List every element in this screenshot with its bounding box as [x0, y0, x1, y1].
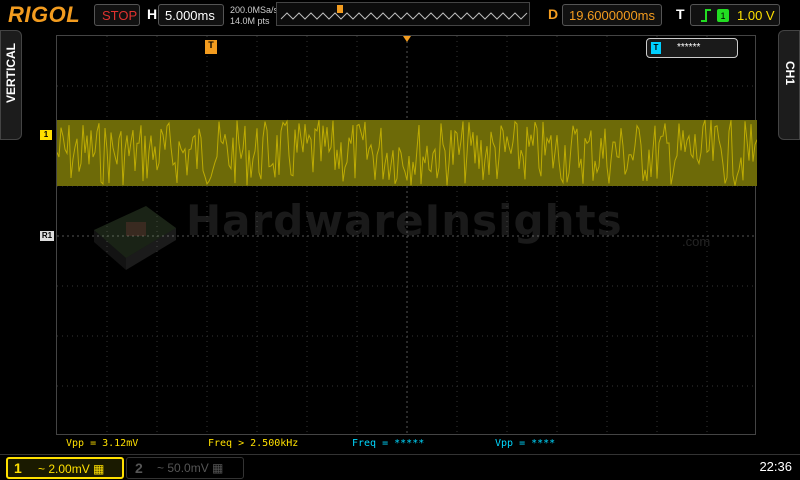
trigger-level: 1.00 V	[737, 8, 775, 23]
sample-rate: 200.0MSa/s	[230, 5, 279, 15]
clock: 22:36	[759, 459, 792, 474]
channel-2-number: 2	[135, 460, 143, 476]
channel-2-scale: ~ 50.0mV ▦	[157, 461, 224, 475]
trigger-box[interactable]: 1 1.00 V	[690, 4, 780, 26]
bottom-channel-bar: 1 ~ 2.00mV ▦ 2 ~ 50.0mV ▦ 22:36	[0, 454, 800, 480]
watermark-text: HardwareInsights	[186, 196, 623, 245]
ref1-marker[interactable]: R1	[40, 231, 54, 241]
brand-logo: RIGOL	[8, 2, 81, 27]
vertical-menu-tab[interactable]: VERTICAL	[0, 30, 22, 140]
bandwidth-limit-icon: ▦	[93, 462, 105, 476]
channel-1-scale: ~ 2.00mV ▦	[38, 462, 105, 476]
timebase-box[interactable]: 5.000ms	[158, 4, 224, 26]
measurement-vpp-ch1: Vpp = 3.12mV	[66, 438, 139, 449]
trigger-position-marker[interactable]: T	[205, 40, 217, 54]
trigger-edge-icon: 1	[701, 9, 729, 22]
channel-1-tab[interactable]: 1 ~ 2.00mV ▦	[6, 457, 124, 479]
svg-text:1: 1	[720, 11, 725, 21]
vertical-tab-label: VERTICAL	[4, 43, 18, 103]
channel-2-tab[interactable]: 2 ~ 50.0mV ▦	[126, 457, 244, 479]
top-status-bar: RIGOL STOP H 5.000ms 200.0MSa/s 14.0M pt…	[0, 0, 800, 30]
bandwidth-limit-icon: ▦	[212, 461, 224, 475]
run-state-text: STOP	[102, 8, 138, 23]
ch1-offset-marker[interactable]: 1	[40, 130, 52, 140]
trigger-info-icon: T	[651, 42, 661, 54]
measurement-vpp-ch2: Vpp = ****	[495, 438, 556, 449]
trigger-label: T	[676, 6, 685, 22]
timebase-value: 5.000ms	[165, 8, 215, 23]
measurement-freq-ch2: Freq = *****	[352, 438, 425, 449]
measurement-freq-ch1: Freq > 2.500kHz	[208, 438, 299, 449]
center-marker-icon	[403, 36, 411, 42]
watermark-suffix: .com	[682, 234, 711, 249]
trigger-info-box[interactable]: T ******	[646, 38, 738, 58]
memory-depth: 14.0M pts	[230, 16, 270, 26]
channel-tab-label: CH1	[783, 61, 797, 86]
delay-value: 19.6000000ms	[569, 8, 656, 23]
horizontal-label: H	[147, 6, 158, 22]
watermark-logo-icon	[94, 206, 176, 270]
run-stop-indicator[interactable]: STOP	[94, 4, 140, 26]
waveform-overview[interactable]	[276, 2, 530, 26]
trigger-info-text: ******	[677, 42, 701, 53]
channel-menu-tab[interactable]: CH1	[778, 30, 800, 140]
overview-trigger-icon	[337, 5, 343, 13]
delay-box[interactable]: 19.6000000ms	[562, 4, 662, 26]
delay-label: D	[548, 6, 559, 22]
overview-trace-icon	[280, 5, 528, 20]
channel-1-number: 1	[14, 460, 22, 476]
